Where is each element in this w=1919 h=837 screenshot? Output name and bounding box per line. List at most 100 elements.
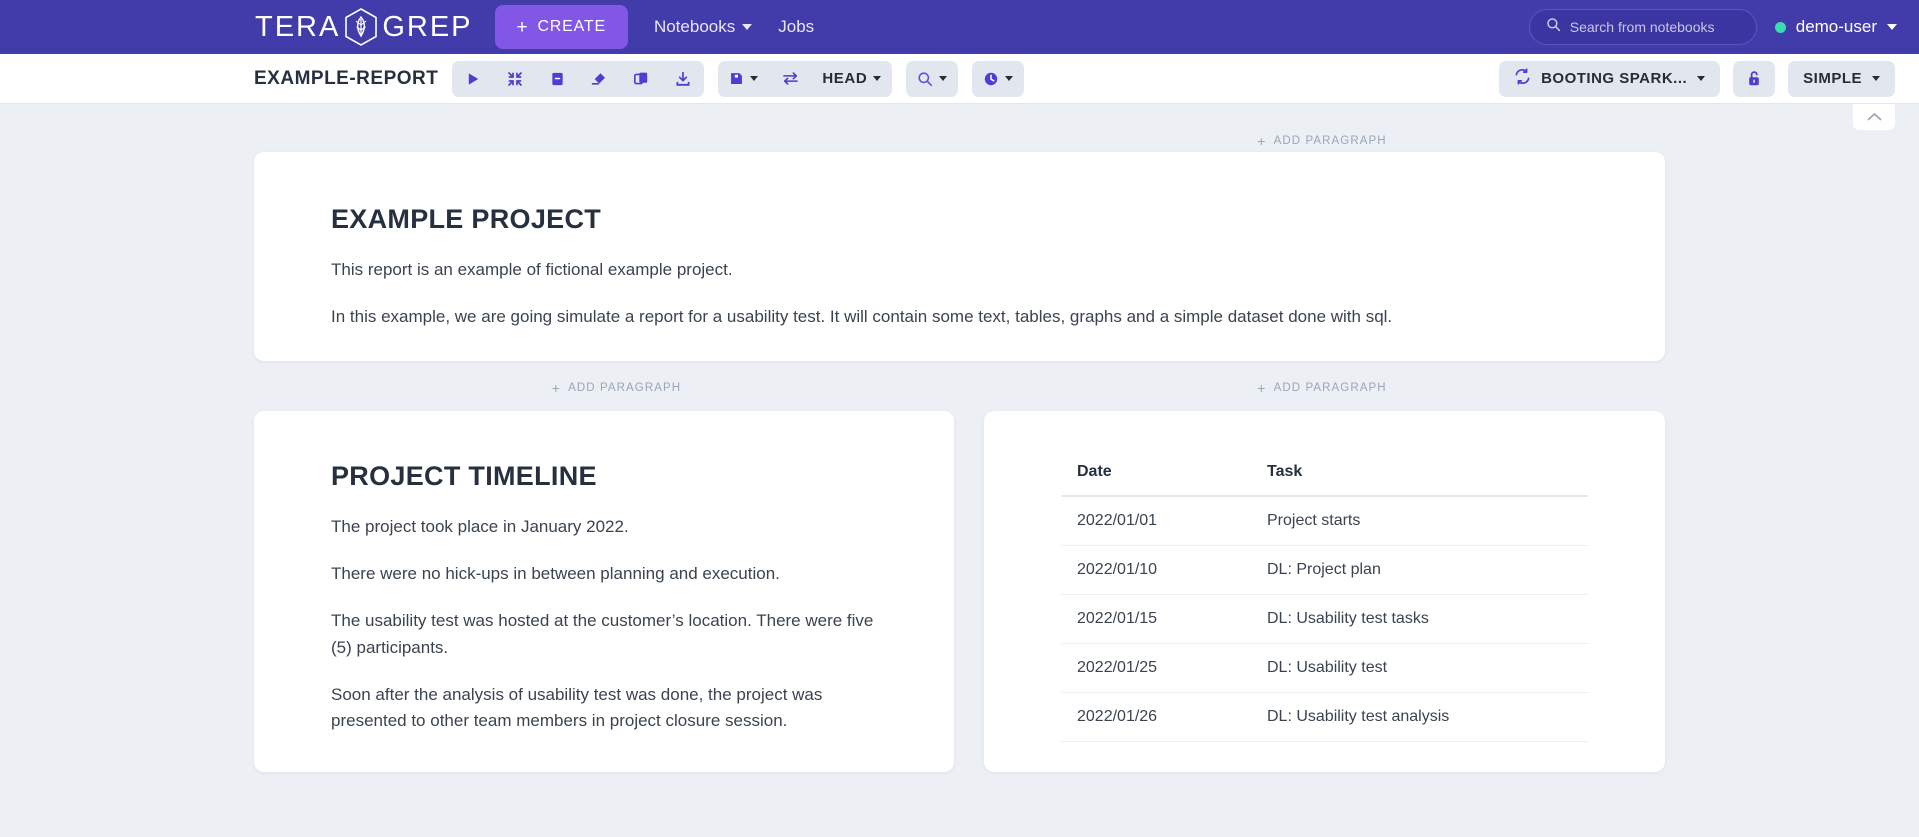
add-paragraph-label: ADD PARAGRAPH bbox=[1273, 135, 1387, 147]
add-paragraph-label: ADD PARAGRAPH bbox=[1273, 381, 1387, 394]
play-icon bbox=[468, 72, 479, 85]
toolbar-schedule-group bbox=[972, 60, 1025, 97]
timeline-paragraph-2: There were no hick-ups in between planni… bbox=[331, 564, 780, 584]
add-paragraph-left-slot: + ADD PARAGRAPH bbox=[254, 377, 979, 399]
cell-date: 2022/01/26 bbox=[1061, 692, 1251, 742]
interpreter-status-label: BOOTING SPARK... bbox=[1541, 70, 1688, 87]
timeline-paragraph-4: Soon after the analysis of usability tes… bbox=[331, 685, 823, 731]
eraser-icon bbox=[592, 72, 606, 85]
permissions-button[interactable] bbox=[1733, 60, 1776, 97]
add-paragraph-button[interactable]: + ADD PARAGRAPH bbox=[979, 130, 1665, 152]
sync-branch-button[interactable] bbox=[769, 61, 811, 97]
show-code-button[interactable] bbox=[536, 61, 578, 97]
plus-icon: + bbox=[1257, 133, 1267, 149]
intro-title: EXAMPLE PROJECT bbox=[331, 204, 602, 234]
toolbar-version-group: HEAD bbox=[718, 60, 893, 97]
minimize-arrows-icon bbox=[508, 71, 523, 86]
brand-text-grep: GREP bbox=[382, 10, 473, 43]
user-name-label: demo-user bbox=[1795, 17, 1877, 36]
unlocked-padlock-icon bbox=[1749, 71, 1759, 86]
chevron-up-icon bbox=[1867, 113, 1881, 121]
add-paragraph-spacer bbox=[254, 130, 979, 152]
save-notebook-button[interactable] bbox=[718, 61, 769, 97]
plus-icon: + bbox=[1257, 379, 1267, 396]
collapse-all-button[interactable] bbox=[494, 61, 536, 97]
paragraph-card-intro[interactable]: EXAMPLE PROJECT This report is an exampl… bbox=[254, 152, 1665, 361]
timeline-paragraph-3: The usability test was hosted at the cus… bbox=[331, 611, 874, 657]
nav-item-jobs[interactable]: Jobs bbox=[778, 17, 814, 37]
swap-arrows-icon bbox=[783, 72, 798, 85]
chevron-down-icon bbox=[1887, 24, 1897, 30]
cell-date: 2022/01/01 bbox=[1061, 495, 1251, 546]
add-paragraph-row-top: + ADD PARAGRAPH bbox=[0, 104, 1919, 152]
create-button[interactable]: + CREATE bbox=[494, 5, 628, 49]
nav-item-notebooks-label: Notebooks bbox=[653, 17, 736, 36]
cell-date: 2022/01/10 bbox=[1061, 545, 1251, 595]
chevron-down-icon bbox=[1872, 76, 1880, 81]
online-status-dot-icon bbox=[1774, 21, 1786, 33]
table-row: 2022/01/01 Project starts bbox=[1061, 495, 1588, 546]
intro-paragraph-2: In this example, we are going simulate a… bbox=[331, 307, 1393, 327]
paragraph-card-timeline[interactable]: PROJECT TIMELINE The project took place … bbox=[254, 410, 954, 772]
search-input[interactable] bbox=[1569, 19, 1740, 35]
export-notebook-button[interactable] bbox=[662, 61, 704, 97]
add-paragraph-label: ADD PARAGRAPH bbox=[568, 381, 682, 394]
chevron-down-icon bbox=[750, 76, 759, 81]
nav-item-jobs-label: Jobs bbox=[778, 17, 815, 36]
paragraph-card-table[interactable]: Date Task 2022/01/01 Project starts 2022… bbox=[984, 410, 1665, 772]
view-mode-button[interactable]: SIMPLE bbox=[1788, 60, 1895, 97]
nav-right-group: demo-user bbox=[1528, 9, 1897, 45]
clear-output-button[interactable] bbox=[578, 61, 620, 97]
brand-logo: TERA GREP bbox=[255, 7, 473, 47]
chevron-down-icon bbox=[873, 76, 882, 81]
interpreter-status-button[interactable]: BOOTING SPARK... bbox=[1499, 60, 1721, 97]
notebook-toolbar: EXAMPLE-REPORT HEAD BOOTING SPARK... SIM… bbox=[0, 54, 1919, 104]
search-box[interactable] bbox=[1528, 9, 1757, 45]
chevron-down-icon bbox=[1697, 76, 1706, 81]
clone-notebook-button[interactable] bbox=[620, 61, 662, 97]
user-menu[interactable]: demo-user bbox=[1774, 17, 1897, 37]
branch-selector-button[interactable]: HEAD bbox=[811, 61, 892, 97]
cell-date: 2022/01/15 bbox=[1061, 594, 1251, 644]
cell-task: Project starts bbox=[1251, 495, 1588, 546]
table-row: 2022/01/26 DL: Usability test analysis bbox=[1061, 692, 1588, 742]
table-header-row: Date Task bbox=[1061, 462, 1588, 497]
cell-task: DL: Usability test tasks bbox=[1251, 594, 1588, 644]
intro-paragraph-1: This report is an example of fictional e… bbox=[331, 260, 733, 279]
chevron-down-icon bbox=[742, 24, 753, 30]
plus-icon: + bbox=[551, 379, 562, 396]
teragrep-leaf-logo-icon bbox=[343, 7, 379, 47]
collapse-toolbar-button[interactable] bbox=[1853, 104, 1895, 130]
note-list-icon bbox=[552, 72, 563, 85]
branch-selector-label: HEAD bbox=[822, 70, 868, 87]
run-all-button[interactable] bbox=[452, 61, 494, 97]
schedule-cron-button[interactable] bbox=[972, 61, 1024, 97]
cell-task: DL: Usability test analysis bbox=[1251, 692, 1588, 742]
download-icon bbox=[676, 71, 690, 86]
table-body: 2022/01/01 Project starts 2022/01/10 DL:… bbox=[1061, 495, 1588, 742]
add-paragraph-button[interactable]: + ADD PARAGRAPH bbox=[979, 377, 1665, 399]
refresh-sync-icon bbox=[1514, 68, 1531, 89]
notebook-search-button[interactable] bbox=[906, 61, 958, 97]
timeline-paragraph-1: The project took place in January 2022. bbox=[331, 516, 629, 536]
add-paragraph-button[interactable]: + ADD PARAGRAPH bbox=[254, 377, 979, 399]
top-navigation-bar: TERA GREP + CREATE Notebooks Jobs Search… bbox=[0, 0, 1919, 54]
add-paragraph-right-slot: + ADD PARAGRAPH bbox=[979, 377, 1665, 399]
table-row: 2022/01/15 DL: Usability test tasks bbox=[1061, 594, 1588, 644]
cell-task: DL: Project plan bbox=[1251, 545, 1588, 595]
notebook-title: EXAMPLE-REPORT bbox=[254, 67, 439, 89]
chevron-down-icon bbox=[1005, 76, 1014, 81]
timeline-table: Date Task 2022/01/01 Project starts 2022… bbox=[1061, 462, 1588, 742]
search-icon bbox=[918, 71, 933, 86]
timeline-title: PROJECT TIMELINE bbox=[331, 460, 597, 491]
plus-icon: + bbox=[516, 16, 529, 38]
nav-item-notebooks[interactable]: Notebooks bbox=[653, 17, 753, 37]
create-button-label: CREATE bbox=[537, 18, 606, 35]
toolbar-right-group: BOOTING SPARK... SIMPLE bbox=[1499, 60, 1895, 97]
toolbar-action-group bbox=[452, 60, 705, 97]
column-header-task[interactable]: Task bbox=[1251, 462, 1588, 497]
brand-text-tera: TERA bbox=[255, 10, 341, 43]
view-mode-label: SIMPLE bbox=[1803, 70, 1862, 87]
toolbar-search-group bbox=[906, 60, 959, 97]
column-header-date[interactable]: Date bbox=[1061, 462, 1251, 497]
